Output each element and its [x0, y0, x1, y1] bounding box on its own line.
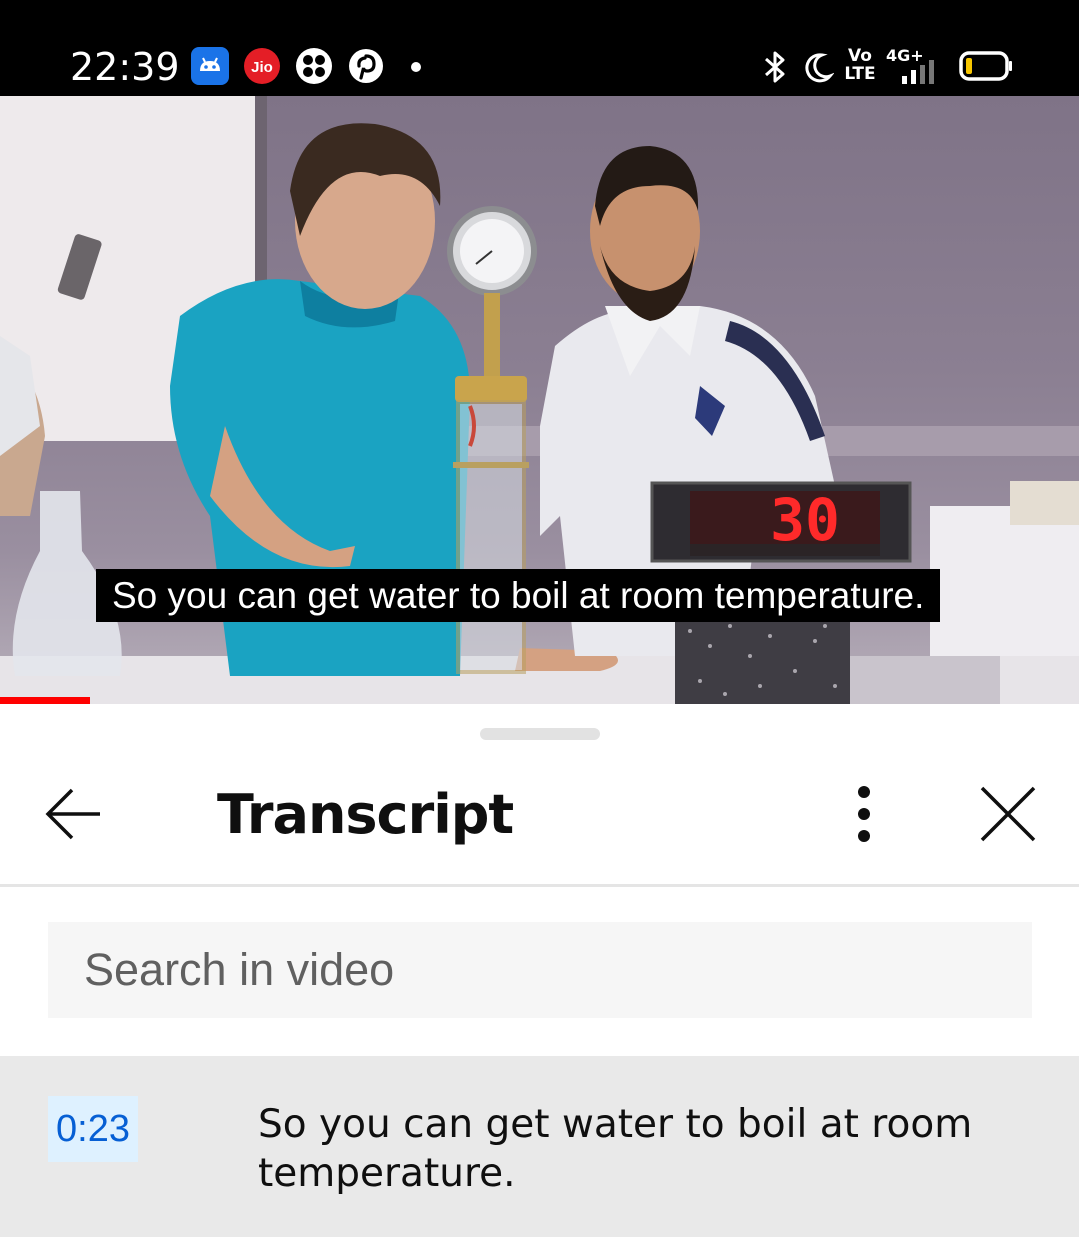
status-time: 22:39 — [70, 45, 180, 89]
android-app-icon — [191, 47, 229, 85]
more-vertical-icon — [858, 786, 870, 842]
jio-icon: Jio — [244, 48, 280, 84]
timer-display: 30 — [770, 486, 840, 554]
battery-icon — [959, 51, 1012, 81]
pinterest-icon — [349, 49, 383, 83]
arrow-left-icon — [45, 788, 100, 840]
jio-label: Jio — [251, 59, 273, 76]
volte-icon: Vo LTE — [840, 48, 880, 86]
header-divider — [0, 884, 1079, 887]
transcript-segment-row[interactable]: 0:23 So you can get water to boil at roo… — [0, 1056, 1079, 1237]
transcript-header: Transcript — [0, 754, 1079, 886]
fan-app-icon — [296, 48, 332, 84]
bluetooth-icon — [765, 51, 785, 83]
video-caption: So you can get water to boil at room tem… — [96, 569, 941, 622]
volte-label-top: Vo — [848, 46, 872, 66]
signal-bars-icon — [902, 60, 934, 84]
video-player[interactable]: 30 So you can get water to boil at room … — [0, 96, 1079, 704]
more-options-button[interactable] — [838, 782, 890, 846]
close-icon — [980, 786, 1036, 842]
segment-text: So you can get water to boil at room tem… — [258, 1102, 973, 1196]
segment-timestamp[interactable]: 0:23 — [48, 1096, 138, 1162]
status-bar: 22:39 Jio Vo LTE 4G+ — [0, 0, 1079, 96]
panel-title: Transcript — [217, 783, 514, 846]
close-button[interactable] — [978, 784, 1038, 844]
4g-signal-icon: 4G+ — [886, 46, 946, 86]
drag-handle[interactable] — [480, 728, 600, 740]
volte-label-bottom: LTE — [844, 64, 876, 84]
back-button[interactable] — [40, 784, 110, 844]
do-not-disturb-moon-icon — [805, 53, 834, 83]
search-input[interactable] — [48, 922, 1032, 1018]
dot-icon — [411, 62, 421, 72]
transcript-panel: Transcript 0:23 So you can get water to … — [0, 704, 1079, 1237]
video-progress-bar[interactable] — [0, 697, 90, 704]
